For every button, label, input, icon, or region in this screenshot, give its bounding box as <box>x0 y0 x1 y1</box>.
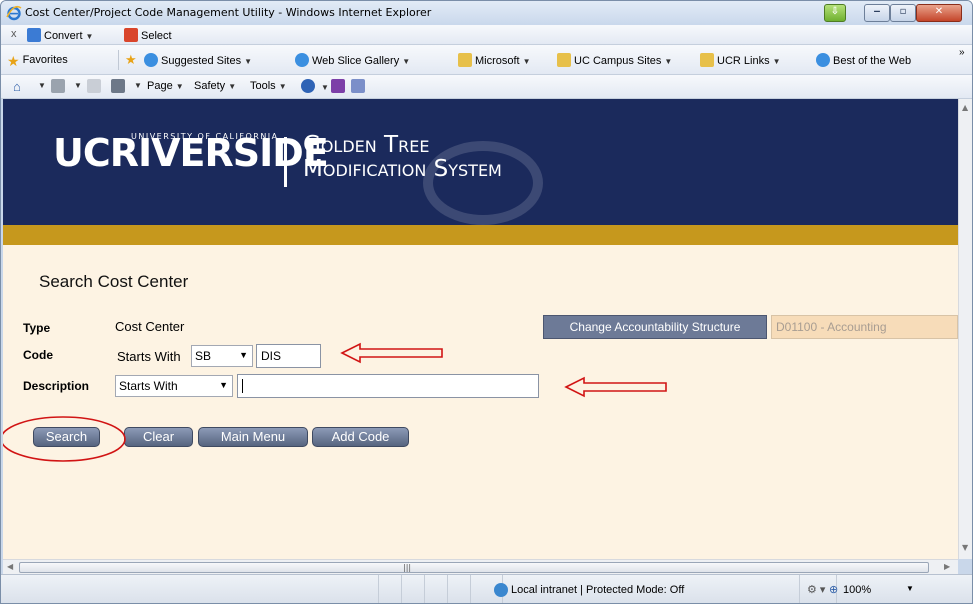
research-icon[interactable] <box>351 79 368 93</box>
gold-divider-bar <box>3 225 958 245</box>
scroll-right-icon[interactable]: ▶ <box>944 562 950 571</box>
favorites-overflow-icon[interactable]: » <box>959 47 965 58</box>
folder-icon <box>557 53 571 67</box>
safety-menu[interactable]: Safety ▼ <box>194 80 236 92</box>
internet-explorer-icon <box>6 5 22 21</box>
system-title: Golden Tree Modification System <box>303 132 502 182</box>
browser-window: Cost Center/Project Code Management Util… <box>0 0 973 604</box>
star-icon: ★ <box>7 53 20 69</box>
ucr-logo-subtitle: UNIVERSITY OF CALIFORNIA <box>131 132 279 141</box>
main-menu-button[interactable]: Main Menu <box>198 427 308 447</box>
site-banner: UCRIVERSIDE UNIVERSITY OF CALIFORNIA Gol… <box>3 99 958 225</box>
print-icon[interactable] <box>111 79 128 93</box>
ie-page-icon <box>144 53 158 67</box>
type-label: Type <box>23 321 51 335</box>
feeds-icon[interactable] <box>51 79 68 93</box>
favorite-ucr-links[interactable]: UCR Links ▼ <box>700 53 781 67</box>
favorites-button[interactable]: ★ Favorites <box>7 53 68 69</box>
favorite-uc-campus-sites[interactable]: UC Campus Sites ▼ <box>557 53 672 67</box>
zoom-menu-icon[interactable]: ▼ <box>906 584 914 593</box>
description-match-select[interactable]: Starts With ▼ <box>115 375 233 397</box>
help-icon[interactable]: ▼ <box>301 79 329 93</box>
intranet-globe-icon <box>494 583 508 597</box>
accountability-structure-field: D01100 - Accounting <box>771 315 958 339</box>
favorites-bar: ★ Favorites ★ Suggested Sites ▼ Web Slice … <box>1 45 972 75</box>
vertical-scrollbar[interactable]: ▲ ▼ <box>958 99 972 559</box>
close-toolbar-icon[interactable]: x <box>11 28 17 40</box>
text-cursor <box>242 379 243 393</box>
chevron-down-icon: ▼ <box>239 350 248 360</box>
print-menu-icon[interactable]: ▼ <box>134 81 142 90</box>
code-input[interactable]: DIS <box>256 344 321 368</box>
select-button[interactable]: Select <box>124 28 172 42</box>
code-match-text: Starts With <box>117 349 181 364</box>
chevron-down-icon: ▼ <box>219 380 228 390</box>
favorite-best-of-the-web[interactable]: Best of the Web <box>816 53 911 67</box>
type-value: Cost Center <box>115 319 185 334</box>
window-title: Cost Center/Project Code Management Util… <box>25 6 432 19</box>
favorite-suggested-sites[interactable]: Suggested Sites ▼ <box>144 53 252 67</box>
home-menu-icon[interactable]: ▼ <box>38 81 46 90</box>
code-label: Code <box>23 348 53 362</box>
convert-icon <box>27 28 41 42</box>
home-icon[interactable]: ⌂ <box>13 79 21 94</box>
code-arrow-annotation <box>340 342 443 364</box>
toolbar-divider <box>118 50 119 70</box>
protected-mode-icon[interactable]: ⚙ ▾ <box>807 583 825 596</box>
page-title: Search Cost Center <box>39 272 189 291</box>
page-menu[interactable]: Page ▼ <box>147 80 184 92</box>
banner-divider <box>284 137 287 187</box>
folder-icon <box>700 53 714 67</box>
tools-menu[interactable]: Tools ▼ <box>250 80 287 92</box>
close-window-button[interactable]: ✕ <box>916 4 962 22</box>
folder-icon <box>458 53 472 67</box>
command-bar: ⌂ ▼ ▼ ▼ Page ▼ Safety ▼ Tools ▼ ▼ <box>1 75 972 99</box>
compatibility-button[interactable]: ⇩ <box>824 4 846 22</box>
add-code-button[interactable]: Add Code <box>312 427 409 447</box>
ie-page-icon <box>816 53 830 67</box>
favorite-microsoft[interactable]: Microsoft ▼ <box>458 53 531 67</box>
title-bar: Cost Center/Project Code Management Util… <box>1 1 972 25</box>
ie-page-icon <box>295 53 309 67</box>
page-content: UCRIVERSIDE UNIVERSITY OF CALIFORNIA Gol… <box>3 99 958 559</box>
feeds-menu-icon[interactable]: ▼ <box>74 81 82 90</box>
search-circle-annotation <box>3 416 126 462</box>
convert-menu[interactable]: Convert ▼ <box>27 28 93 42</box>
convert-toolbar: x Convert ▼ Select <box>1 25 972 45</box>
description-input[interactable] <box>237 374 539 398</box>
scroll-up-icon[interactable]: ▲ <box>962 103 968 112</box>
minimize-button[interactable]: ‒ <box>864 4 890 22</box>
maximize-button[interactable]: ▫ <box>890 4 916 22</box>
mail-icon[interactable] <box>87 79 104 93</box>
change-accountability-structure-button[interactable]: Change Accountability Structure <box>543 315 767 339</box>
pdf-select-icon <box>124 28 138 42</box>
description-label: Description <box>23 379 90 393</box>
horizontal-scroll-thumb[interactable]: ||| <box>19 562 929 573</box>
scroll-left-icon[interactable]: ◀ <box>7 562 13 571</box>
onenote-icon[interactable] <box>331 79 348 93</box>
status-bar: Local intranet | Protected Mode: Off ⚙ ▾… <box>1 574 972 603</box>
zoom-level[interactable]: 100% <box>843 584 871 596</box>
zoom-icon: ⊕ <box>829 584 839 596</box>
code-prefix-select[interactable]: SB ▼ <box>191 345 253 367</box>
favorite-web-slice-gallery[interactable]: Web Slice Gallery ▼ <box>295 53 410 67</box>
scroll-down-icon[interactable]: ▼ <box>962 543 968 552</box>
security-zone-text[interactable]: Local intranet | Protected Mode: Off <box>511 584 684 596</box>
horizontal-scrollbar[interactable]: ◀ ||| ▶ <box>3 559 958 574</box>
clear-button[interactable]: Clear <box>124 427 193 447</box>
add-favorite-icon[interactable]: ★ <box>125 52 137 68</box>
description-arrow-annotation <box>564 376 667 398</box>
